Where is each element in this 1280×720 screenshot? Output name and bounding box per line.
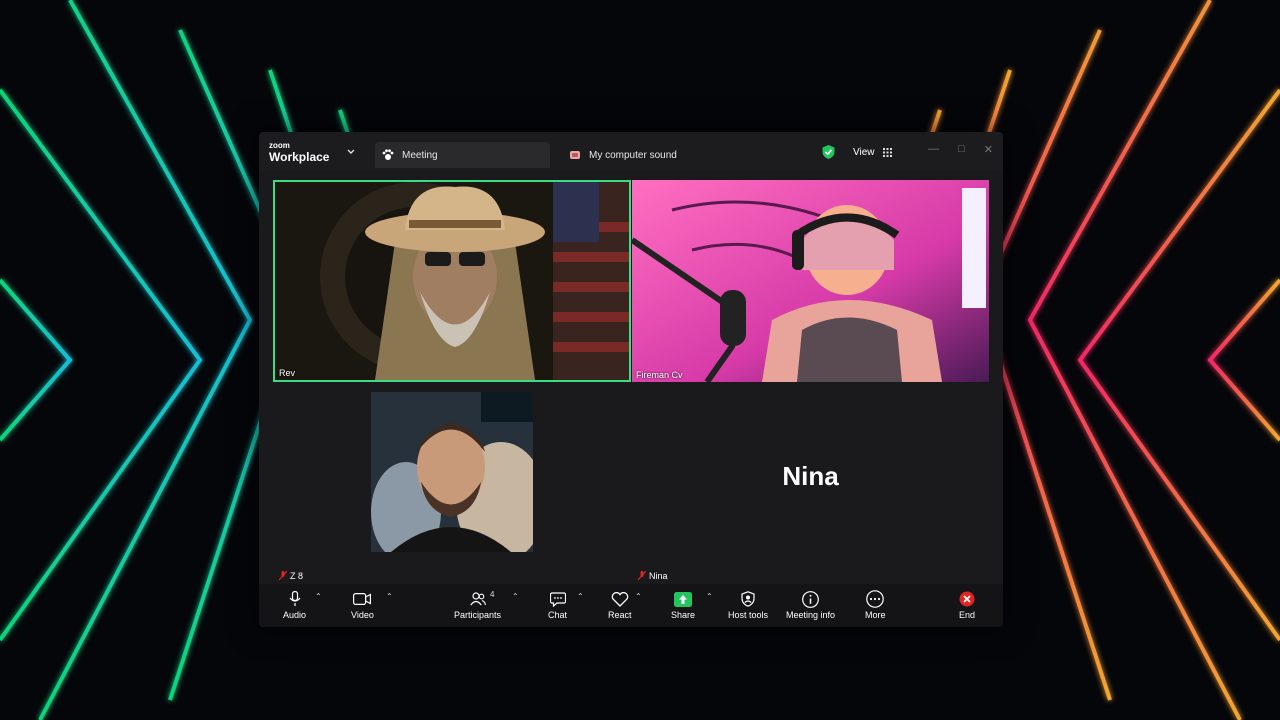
video-tile-rev[interactable]: Rev bbox=[273, 180, 631, 382]
share-arrow-icon bbox=[674, 591, 693, 607]
participant-name-nina: Nina bbox=[649, 571, 668, 581]
video-label: Video bbox=[351, 610, 374, 620]
z8-video-feed bbox=[371, 392, 533, 552]
end-icon bbox=[959, 591, 975, 607]
participants-options-caret-icon[interactable]: ⌃ bbox=[512, 592, 519, 601]
view-label: View bbox=[853, 146, 875, 158]
shield-icon bbox=[741, 591, 755, 607]
audio-label: Audio bbox=[283, 610, 307, 620]
participants-count: 4 bbox=[490, 590, 495, 599]
participant-name-fireman: Fireman Cv bbox=[636, 370, 683, 380]
window-controls: — □ ✕ bbox=[928, 143, 993, 156]
video-tile-z8[interactable]: Z 8 bbox=[273, 391, 631, 585]
video-stage: Rev Fireman Cv Z 8 Nina Nina bbox=[259, 170, 1003, 584]
shield-check-icon bbox=[822, 145, 835, 159]
share-options-caret-icon[interactable]: ⌃ bbox=[706, 592, 713, 601]
react-options-caret-icon[interactable]: ⌃ bbox=[635, 592, 642, 601]
minimize-icon[interactable]: — bbox=[928, 143, 939, 156]
view-button[interactable]: View bbox=[822, 142, 892, 162]
video-tile-fireman[interactable]: Fireman Cv bbox=[632, 180, 989, 382]
share-label: Share bbox=[671, 610, 696, 620]
participant-name-z8: Z 8 bbox=[290, 571, 304, 581]
participant-label-z8: Z 8 bbox=[279, 571, 303, 581]
chat-label: Chat bbox=[548, 610, 568, 620]
meeting-info-label: Meeting info bbox=[786, 610, 836, 620]
share-button[interactable]: Share bbox=[671, 588, 695, 620]
participant-name-rev: Rev bbox=[279, 368, 296, 378]
chat-options-caret-icon[interactable]: ⌃ bbox=[577, 592, 584, 601]
audio-options-caret-icon[interactable]: ⌃ bbox=[315, 592, 322, 601]
grid-icon bbox=[882, 147, 892, 157]
host-tools-label: Host tools bbox=[728, 610, 769, 620]
more-label: More bbox=[865, 610, 886, 620]
chat-icon bbox=[549, 591, 566, 607]
more-button[interactable]: More bbox=[865, 588, 886, 620]
zoom-window: zoom Workplace Meeting My computer sound bbox=[259, 132, 1003, 627]
meeting-toolbar: Audio ⌃ Video ⌃ Participants 4 ⌃ Chat ⌃ … bbox=[259, 584, 1003, 627]
more-icon bbox=[866, 590, 885, 608]
participants-label: Participants bbox=[454, 610, 502, 620]
chat-button[interactable]: Chat bbox=[548, 588, 567, 620]
fireman-video-feed bbox=[632, 180, 989, 382]
brand-big: Workplace bbox=[269, 150, 330, 164]
video-tile-nina[interactable]: Nina Nina bbox=[632, 391, 989, 585]
close-icon[interactable]: ✕ bbox=[984, 143, 993, 156]
microphone-icon bbox=[289, 591, 300, 606]
video-button[interactable]: Video bbox=[351, 588, 374, 620]
paw-icon bbox=[382, 149, 394, 160]
muted-mic-icon bbox=[279, 571, 287, 581]
participant-label-nina: Nina bbox=[638, 571, 668, 581]
end-label: End bbox=[959, 610, 976, 620]
tab-meeting-label: Meeting bbox=[402, 149, 438, 161]
host-tools-button[interactable]: Host tools bbox=[728, 588, 768, 620]
meeting-info-button[interactable]: Meeting info bbox=[786, 588, 835, 620]
react-label: React bbox=[608, 610, 632, 620]
end-button[interactable]: End bbox=[959, 588, 975, 620]
camera-icon bbox=[353, 593, 372, 605]
maximize-icon[interactable]: □ bbox=[958, 143, 965, 156]
rev-video-feed bbox=[275, 182, 629, 380]
tab-computer-sound[interactable]: My computer sound bbox=[563, 142, 759, 168]
participants-icon bbox=[469, 592, 486, 606]
video-options-caret-icon[interactable]: ⌃ bbox=[386, 592, 393, 601]
brand-small: zoom bbox=[269, 141, 290, 150]
nina-avatar-name: Nina bbox=[782, 461, 839, 491]
screen-share-icon bbox=[570, 151, 580, 159]
info-icon bbox=[802, 590, 819, 608]
tab-meeting[interactable]: Meeting bbox=[375, 142, 550, 168]
react-button[interactable]: React bbox=[608, 588, 632, 620]
audio-button[interactable]: Audio bbox=[283, 588, 306, 620]
tab-computer-sound-label: My computer sound bbox=[589, 149, 677, 161]
z8-video-image bbox=[371, 392, 533, 552]
chevron-down-icon[interactable] bbox=[347, 148, 355, 156]
heart-icon bbox=[611, 591, 628, 607]
muted-mic-icon bbox=[638, 571, 646, 581]
title-bar: zoom Workplace Meeting My computer sound bbox=[259, 132, 1003, 170]
zoom-workplace-logo[interactable]: zoom Workplace bbox=[269, 141, 330, 164]
